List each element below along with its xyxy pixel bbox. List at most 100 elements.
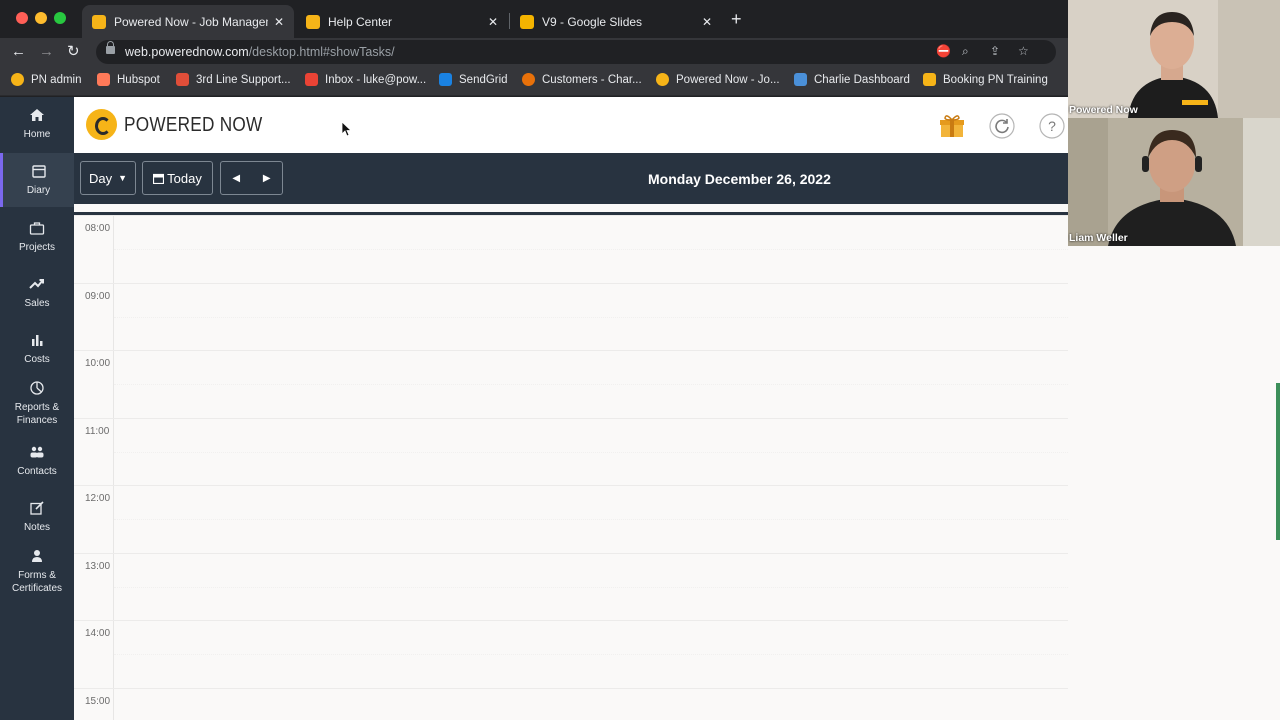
diary-main: POWERED NOW ? Day ▼ Today ◀ ▶ Monday Dec… [74,97,1068,720]
powered-now-favicon-icon [306,14,320,29]
sidebar-item-label: Home [23,129,51,140]
hour-label: 09:00 [85,290,111,302]
gmail-favicon-icon [305,73,318,86]
hour-row[interactable]: 15:00 [74,687,1068,720]
tab-close-icon[interactable]: ✕ [702,15,712,29]
half-hour-line [114,249,1068,250]
person-badge-icon [32,550,42,562]
participant-name: Powered Now [1069,104,1138,116]
hour-label: 15:00 [85,695,111,707]
address-bar[interactable]: web.powerednow.com/desktop.html#showTask… [96,40,1056,64]
diary-toolbar: Day ▼ Today ◀ ▶ Monday December 26, 2022 [74,153,1068,204]
participant-name: Liam Weller [1069,232,1128,244]
powered-now-favicon-icon [923,73,936,86]
hour-row[interactable]: 10:00 [74,350,1068,418]
hour-label: 12:00 [85,493,111,504]
bookmark-star-icon[interactable]: ☆ [1018,44,1029,58]
sidebar-item-diary[interactable]: Diary [0,153,74,207]
bookmark-hubspot[interactable]: Hubspot [97,73,160,86]
bar-chart-icon [32,335,43,346]
sidebar-item-notes[interactable]: Notes [0,501,74,534]
sidebar-item-label: Forms & [18,570,56,581]
half-hour-line [114,519,1068,520]
hubspot-favicon-icon [97,73,110,86]
sidebar-item-label-line2: Finances [16,415,58,426]
home-icon [30,109,44,121]
zoom-icon[interactable]: ⌕ [962,44,969,59]
bookmark-3rd-line-support[interactable]: 3rd Line Support... [176,73,291,86]
bookmark-inbox[interactable]: Inbox - luke@pow... [305,73,426,86]
mouse-cursor-icon [342,122,352,137]
app-sidebar: Home Diary Projects Sales Costs Reports … [0,97,74,720]
sidebar-item-sales[interactable]: Sales [0,277,74,310]
browser-tab-powered-now[interactable]: Powered Now - Job Manageme ✕ [82,5,294,38]
sidebar-item-projects[interactable]: Projects [0,221,74,254]
gift-icon[interactable] [939,113,965,139]
half-hour-line [114,586,1068,588]
calendar-grid-overflow [1068,246,1280,720]
scrollbar-thumb[interactable] [1276,383,1280,540]
tab-close-icon[interactable]: ✕ [488,15,498,29]
back-arrow-icon[interactable]: ← [11,42,26,62]
customers-favicon-icon [522,73,535,86]
sidebar-item-home[interactable]: Home [0,108,74,141]
window-minimize-button[interactable] [35,12,47,24]
powered-now-favicon-icon [656,73,669,86]
sidebar-item-reports-finances[interactable]: Reports & Finances [0,381,74,427]
sidebar-item-label: Reports & [14,402,60,413]
sidebar-item-label: Diary [26,185,51,196]
browser-tab-google-slides[interactable]: V9 - Google Slides ✕ [510,5,722,38]
bookmark-booking-pn-training[interactable]: Booking PN Training [923,73,1048,86]
forward-arrow-icon[interactable]: → [39,42,54,62]
tab-close-icon[interactable]: ✕ [274,15,284,29]
blocked-popup-icon[interactable]: ⛔ [936,44,951,58]
window-close-button[interactable] [16,12,28,24]
hour-row[interactable]: 08:00 [74,215,1068,283]
hour-label: 10:00 [85,358,111,369]
calendar-icon [31,165,46,178]
hour-label: 08:00 [85,223,111,234]
sidebar-item-forms-certificates[interactable]: Forms & Certificates [0,549,74,595]
view-select-button[interactable]: Day ▼ [80,161,136,195]
window-maximize-button[interactable] [54,12,66,24]
bookmark-sendgrid[interactable]: SendGrid [439,73,508,86]
hour-row[interactable]: 12:00 [74,485,1068,553]
day-calendar-grid[interactable]: 08:00 09:00 10:00 11:00 12:00 13:00 14:0… [74,215,1068,720]
today-button[interactable]: Today [142,161,213,195]
google-slides-favicon-icon [520,14,534,29]
sidebar-item-label: Contacts [17,466,57,477]
share-icon[interactable]: ⇪ [990,44,1000,58]
tab-title: Help Center [328,14,393,29]
half-hour-line [114,384,1068,385]
powered-now-logo-icon [86,109,117,140]
dashboard-favicon-icon [794,73,807,86]
hour-row[interactable]: 13:00 [74,552,1068,621]
tab-title: Powered Now - Job Manageme [114,14,268,29]
pie-chart-icon [30,381,44,395]
bookmark-customers[interactable]: Customers - Char... [522,73,642,86]
participant-video-image [1068,118,1280,246]
sidebar-item-contacts[interactable]: Contacts [0,445,74,478]
new-tab-icon[interactable]: + [731,9,742,29]
hour-row[interactable]: 11:00 [74,417,1068,486]
today-label: Today [167,170,202,186]
half-hour-line [114,316,1068,318]
powered-now-favicon-icon [92,14,106,29]
help-icon[interactable]: ? [1039,113,1065,139]
hour-row[interactable]: 14:00 [74,620,1068,688]
previous-day-icon[interactable]: ◀ [232,173,240,184]
video-tile-powered-now: Powered Now [1068,0,1280,118]
reload-icon[interactable]: ↻ [67,42,80,62]
refresh-icon[interactable] [989,113,1015,139]
next-day-icon[interactable]: ▶ [263,173,271,184]
trend-up-icon [29,279,44,289]
browser-tab-help-center[interactable]: Help Center ✕ [296,5,508,38]
bookmark-pn-admin[interactable]: PN admin [11,73,82,86]
svg-text:?: ? [1048,118,1056,134]
sidebar-item-label: Notes [23,522,51,533]
caret-down-icon: ▼ [118,173,128,183]
bookmark-charlie-dashboard[interactable]: Charlie Dashboard [794,73,910,86]
bookmark-powered-now-jobs[interactable]: Powered Now - Jo... [656,73,780,86]
hour-row[interactable]: 09:00 [74,282,1068,351]
sidebar-item-costs[interactable]: Costs [0,333,74,366]
